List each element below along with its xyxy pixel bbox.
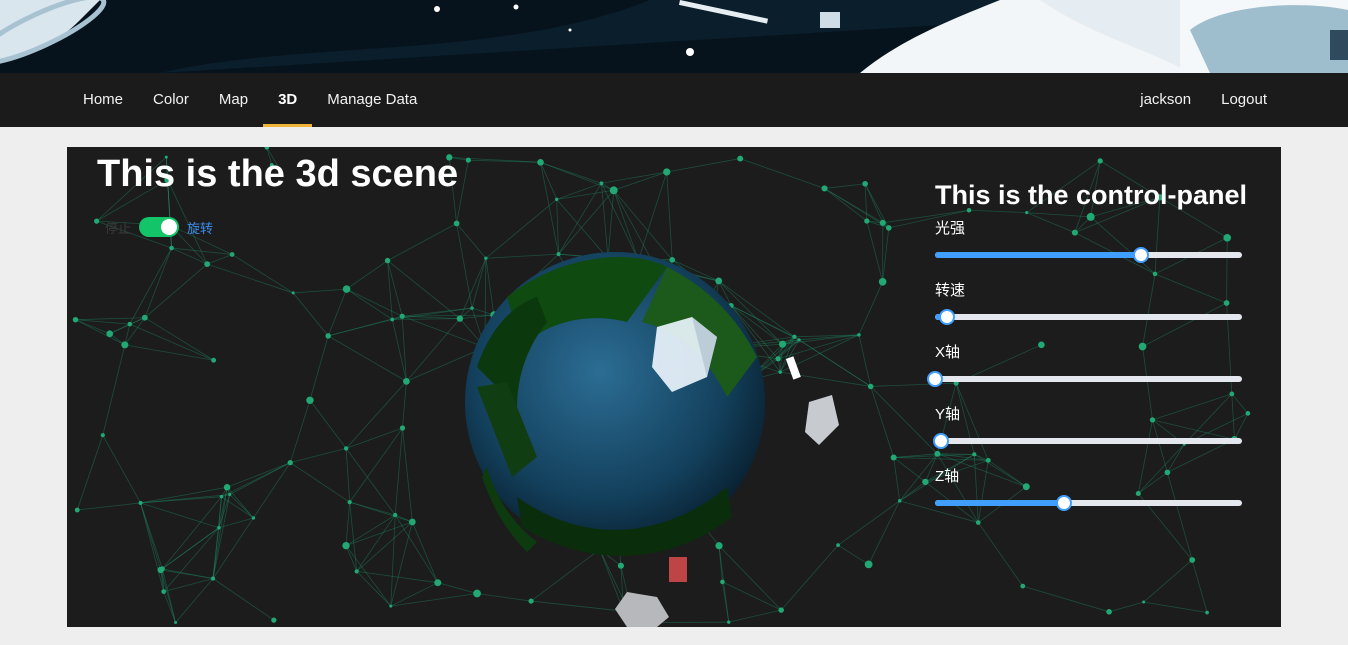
slider-thumb[interactable] — [939, 309, 956, 325]
rotate-label[interactable]: 旋转 — [187, 218, 213, 237]
logout-link[interactable]: Logout — [1206, 73, 1282, 127]
rotate-toggle-group: 停止 旋转 — [105, 217, 213, 237]
x-axis-label: X轴 — [935, 344, 961, 361]
nav-user-menu: jackson Logout — [1125, 73, 1282, 127]
slider-fill — [935, 252, 1141, 258]
nav-username[interactable]: jackson — [1125, 73, 1206, 127]
y-axis-slider[interactable] — [933, 433, 1242, 449]
z-axis-label: Z轴 — [935, 468, 960, 485]
nav-manage-data[interactable]: Manage Data — [312, 73, 432, 127]
scene-title: This is the 3d scene — [97, 153, 459, 195]
slider-thumb[interactable] — [927, 371, 943, 387]
nav-map[interactable]: Map — [204, 73, 263, 127]
y-axis-label: Y轴 — [935, 406, 961, 423]
rotation-speed-control: 转速 — [935, 275, 1255, 337]
switch-knob — [161, 219, 178, 235]
slider-thumb[interactable] — [1132, 247, 1149, 263]
z-axis-control: Z轴 — [935, 461, 1255, 523]
control-panel-title: This is the control-panel — [935, 180, 1248, 210]
rotation-speed-label: 转速 — [935, 282, 966, 299]
light-intensity-slider[interactable] — [935, 247, 1242, 263]
rotate-switch[interactable] — [139, 217, 180, 237]
top-navbar: Home Color Map 3D Manage Data jackson Lo… — [0, 73, 1348, 127]
space-illustration — [0, 0, 1348, 73]
nav-color[interactable]: Color — [138, 73, 204, 127]
slider-fill — [935, 500, 1064, 506]
rotation-speed-slider[interactable] — [935, 309, 1242, 325]
nav-home[interactable]: Home — [68, 73, 138, 127]
3d-scene-canvas[interactable]: This is the 3d scene 停止 旋转 This is the c… — [67, 147, 1281, 627]
slider-thumb[interactable] — [1055, 495, 1072, 511]
stop-label[interactable]: 停止 — [105, 218, 131, 237]
control-panel: This is the control-panel 光强 转速 X轴 Y轴 Z轴 — [927, 177, 1255, 523]
nav-3d[interactable]: 3D — [263, 73, 313, 127]
light-intensity-label: 光强 — [935, 220, 966, 237]
header-banner — [0, 0, 1348, 73]
nav-menu: Home Color Map 3D Manage Data — [68, 73, 432, 127]
x-axis-control: X轴 — [927, 337, 1255, 399]
light-intensity-control: 光强 — [935, 213, 1255, 275]
slider-thumb[interactable] — [933, 433, 950, 449]
y-axis-control: Y轴 — [933, 399, 1255, 461]
x-axis-slider[interactable] — [927, 371, 1242, 387]
z-axis-slider[interactable] — [935, 495, 1242, 511]
